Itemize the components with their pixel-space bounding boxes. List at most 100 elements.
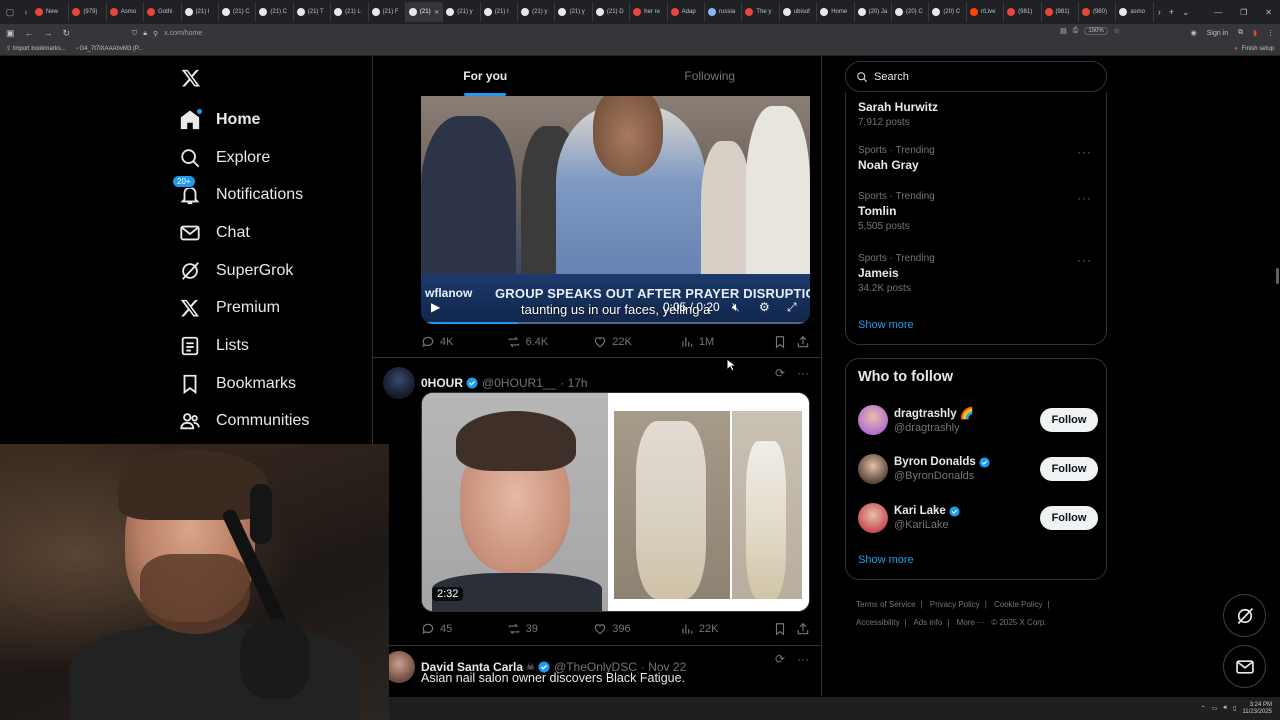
avatar[interactable]: [858, 405, 888, 435]
close-window-icon[interactable]: ✕: [1265, 8, 1272, 17]
search-box[interactable]: Search: [845, 61, 1107, 92]
reader-icon[interactable]: ▤: [1060, 27, 1067, 35]
page-scrollbar[interactable]: [1276, 268, 1279, 284]
trend-item[interactable]: Sarah Hurwitz 7,912 posts: [858, 98, 1098, 128]
reply-button[interactable]: 45: [421, 622, 507, 636]
x-logo[interactable]: [181, 68, 201, 88]
trend-item[interactable]: Sports · Trending Jameis 34.2K posts ···: [858, 253, 1098, 294]
browser-tab[interactable]: New: [32, 2, 70, 22]
suggestion-name[interactable]: Kari Lake: [894, 505, 960, 517]
extension-badge-icon[interactable]: ▮: [1253, 29, 1257, 37]
author-handle[interactable]: @0HOUR1__: [482, 376, 556, 390]
settings-gear-icon[interactable]: ⚙: [759, 300, 770, 314]
sidebar-toggle-icon[interactable]: ▣: [6, 28, 15, 39]
screenshot-icon[interactable]: ⎙: [1073, 27, 1079, 35]
zoom-indicator[interactable]: 150%: [1084, 27, 1108, 35]
browser-tab[interactable]: (21) I: [481, 2, 519, 22]
more-options-icon[interactable]: ···: [797, 652, 809, 666]
grok-icon[interactable]: ⟳: [775, 652, 785, 666]
nav-explore[interactable]: Explore: [178, 139, 368, 177]
tab-close-icon[interactable]: ✕: [434, 9, 439, 16]
browser-tab[interactable]: (21) L: [331, 2, 369, 22]
messages-fab[interactable]: [1223, 645, 1266, 688]
browser-tab[interactable]: russia: [705, 2, 743, 22]
site-info-icon[interactable]: ⚲: [153, 30, 158, 38]
footer-cookie[interactable]: Cookie Policy: [994, 600, 1042, 609]
tab-for-you[interactable]: For you: [373, 56, 598, 96]
follow-button[interactable]: Follow: [1040, 457, 1098, 481]
browser-tab[interactable]: ubisof: [780, 2, 818, 22]
bookmark-button[interactable]: [773, 622, 796, 636]
post-video[interactable]: wflanow GROUP SPEAKS OUT AFTER PRAYER DI…: [421, 96, 810, 324]
nav-lists[interactable]: Lists: [178, 327, 368, 365]
forward-icon[interactable]: →: [44, 28, 53, 38]
more-options-icon[interactable]: ···: [797, 366, 809, 380]
lock-icon[interactable]: 🔒︎: [143, 30, 147, 38]
like-button[interactable]: 396: [593, 622, 680, 636]
bookmark-import[interactable]: ⇪ Import bookmarks...: [6, 45, 66, 52]
maximize-icon[interactable]: ❐: [1240, 8, 1247, 17]
browser-tab[interactable]: (21) C: [256, 2, 294, 22]
browser-tab[interactable]: Home: [817, 2, 855, 22]
browser-tab[interactable]: (21) T: [294, 2, 332, 22]
footer-ads[interactable]: Ads info: [913, 618, 942, 627]
browser-tab[interactable]: her re: [630, 2, 668, 22]
mute-icon[interactable]: 🔇︎: [732, 300, 740, 315]
grok-fab[interactable]: [1223, 594, 1266, 637]
views-button[interactable]: 22K: [680, 622, 774, 636]
battery-icon[interactable]: ▯: [1233, 705, 1236, 712]
tab-following[interactable]: Following: [598, 56, 822, 96]
author-name[interactable]: 0HOUR: [421, 376, 463, 390]
address-bar[interactable]: ⛉ 🔒︎ ⚲ x.com/home: [132, 27, 1122, 40]
views-button[interactable]: 1M: [680, 335, 774, 349]
browser-tab[interactable]: (21) I: [182, 2, 219, 22]
trend-item[interactable]: Sports · Trending Noah Gray ···: [858, 145, 1098, 172]
browser-tab[interactable]: r/Live: [967, 2, 1005, 22]
taskbar-clock[interactable]: 3:24 PM 11/23/2025: [1242, 702, 1272, 716]
who-to-follow-show-more[interactable]: Show more: [858, 554, 914, 566]
more-options-icon[interactable]: ···: [1077, 191, 1092, 205]
browser-tab[interactable]: (20) Ja: [855, 2, 892, 22]
footer-terms[interactable]: Terms of Service: [856, 600, 916, 609]
menu-icon[interactable]: ⋮: [1267, 29, 1274, 37]
repost-button[interactable]: 6.4K: [507, 335, 594, 349]
browser-tab[interactable]: Gothi: [144, 2, 182, 22]
avatar[interactable]: [383, 367, 415, 399]
browser-tab[interactable]: (21) y: [518, 2, 556, 22]
nav-communities[interactable]: Communities: [178, 403, 368, 441]
footer-privacy[interactable]: Privacy Policy: [930, 600, 980, 609]
bookmark-star-icon[interactable]: ☆: [1114, 27, 1120, 35]
post-media[interactable]: 2:32: [421, 392, 810, 612]
post-time[interactable]: · 17h: [560, 376, 587, 390]
tab-scroll-right-icon[interactable]: ›: [1158, 7, 1161, 17]
network-icon[interactable]: ▭: [1212, 705, 1218, 712]
back-icon[interactable]: ←: [25, 28, 34, 38]
bookmark-item[interactable]: ▫ G4_7t7lXAAAhvM3 (P...: [76, 46, 143, 52]
trends-show-more[interactable]: Show more: [858, 319, 914, 331]
tab-search-icon[interactable]: ▢: [4, 7, 16, 18]
browser-tab[interactable]: (980): [1079, 2, 1117, 22]
extensions-icon[interactable]: ⧉: [1238, 29, 1243, 37]
browser-tab[interactable]: (21) C: [219, 2, 257, 22]
nav-premium[interactable]: Premium: [178, 289, 368, 327]
share-button[interactable]: [796, 622, 810, 636]
suggestion-handle[interactable]: @KariLake: [894, 519, 960, 531]
play-icon[interactable]: ▶: [431, 300, 440, 314]
reload-icon[interactable]: ↻: [63, 28, 71, 39]
tab-scroll-left-icon[interactable]: ‹: [20, 7, 32, 17]
minimize-icon[interactable]: —: [1214, 8, 1222, 17]
browser-tab[interactable]: Asmo: [107, 2, 145, 22]
browser-tab[interactable]: (20) C: [929, 2, 967, 22]
like-button[interactable]: 22K: [593, 335, 680, 349]
browser-tab[interactable]: (981): [1042, 2, 1079, 22]
tray-chevron-icon[interactable]: ⌃: [1201, 705, 1206, 712]
browser-tab[interactable]: (21) y: [555, 2, 593, 22]
trend-item[interactable]: Sports · Trending Tomlin 5,505 posts ···: [858, 191, 1098, 232]
browser-tab[interactable]: asmo: [1116, 2, 1154, 22]
footer-more[interactable]: More ···: [957, 618, 985, 627]
suggestion-handle[interactable]: @ByronDonalds: [894, 470, 990, 482]
browser-tab[interactable]: (20) C: [892, 2, 930, 22]
follow-button[interactable]: Follow: [1040, 506, 1098, 530]
avatar[interactable]: [858, 503, 888, 533]
follow-suggestion[interactable]: dragtrashly 🌈 @dragtrashly Follow: [858, 403, 1098, 437]
